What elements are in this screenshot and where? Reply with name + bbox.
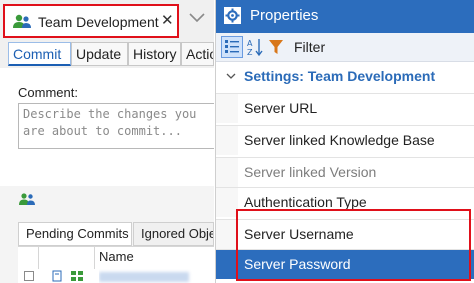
close-icon[interactable]: ✕ xyxy=(161,12,174,30)
tab-title: Team Development xyxy=(38,14,159,30)
subtab-commit[interactable]: Commit xyxy=(8,42,71,66)
row-gutter xyxy=(216,158,238,187)
comment-textarea[interactable]: Describe the changes you are about to co… xyxy=(18,103,214,149)
property-row-server-password[interactable]: Server Password xyxy=(216,249,474,279)
properties-toolbar: A Z Filter xyxy=(216,33,474,62)
categorized-view-button[interactable] xyxy=(221,36,243,58)
property-label: Server linked Knowledge Base xyxy=(244,132,435,148)
properties-title-bar: Properties xyxy=(216,0,474,33)
row-checkbox[interactable] xyxy=(24,271,34,281)
row-gutter xyxy=(216,250,238,279)
column-header-name[interactable]: Name xyxy=(99,249,134,264)
property-row-server-url[interactable]: Server URL xyxy=(216,93,474,123)
subtab-actions[interactable]: Actions xyxy=(181,42,214,66)
properties-panel: Properties A Z Filter Settings: Team Dev… xyxy=(215,0,474,283)
chevron-down-icon[interactable] xyxy=(186,7,208,27)
categorized-view-icon xyxy=(225,40,239,53)
property-row-authentication-type[interactable]: Authentication Type xyxy=(216,187,474,217)
team-users-icon xyxy=(13,14,31,28)
subtab-update[interactable]: Update xyxy=(71,42,128,66)
properties-title: Properties xyxy=(250,7,319,24)
comment-section: Comment: Describe the changes you are ab… xyxy=(0,68,214,186)
grid-header: Name xyxy=(18,246,214,269)
filter-funnel-icon[interactable] xyxy=(268,38,284,56)
commits-section: Pending Commits Ignored Objects Name xyxy=(0,186,214,283)
property-row-server-username[interactable]: Server Username xyxy=(216,219,474,249)
property-label: Server Password xyxy=(244,256,351,272)
row-gutter xyxy=(216,126,238,155)
category-label: Settings: Team Development xyxy=(244,68,436,84)
subtab-history[interactable]: History xyxy=(128,42,181,66)
column-divider xyxy=(38,247,39,269)
alphabetical-sort-icon[interactable]: A Z xyxy=(246,37,264,57)
property-row-server-linked-kb[interactable]: Server linked Knowledge Base xyxy=(216,125,474,155)
svg-text:A: A xyxy=(247,39,253,48)
table-row[interactable] xyxy=(18,269,214,283)
property-row-server-linked-version[interactable]: Server linked Version xyxy=(216,157,474,187)
property-label: Authentication Type xyxy=(244,194,367,210)
column-divider xyxy=(94,247,95,269)
gear-icon xyxy=(224,7,241,24)
document-icon xyxy=(52,270,62,282)
row-name-cell xyxy=(99,269,214,283)
tab-ignored-objects[interactable]: Ignored Objects xyxy=(133,222,214,246)
chevron-down-icon[interactable] xyxy=(225,70,237,82)
property-label: Server URL xyxy=(244,100,318,116)
comment-label: Comment: xyxy=(18,85,78,100)
filter-button[interactable]: Filter xyxy=(294,39,325,55)
property-label: Server Username xyxy=(244,226,354,242)
category-header[interactable]: Settings: Team Development xyxy=(216,64,474,90)
row-gutter xyxy=(216,220,238,249)
row-gutter xyxy=(216,188,238,217)
team-users-icon xyxy=(19,193,35,205)
row-gutter xyxy=(216,94,238,123)
team-development-tab[interactable]: Team Development ✕ xyxy=(3,4,179,38)
object-icon xyxy=(71,271,83,281)
tab-pending-commits[interactable]: Pending Commits xyxy=(18,222,132,246)
property-label: Server linked Version xyxy=(244,164,377,180)
svg-text:Z: Z xyxy=(247,48,253,57)
team-development-panel: Team Development ✕ Commit Update History… xyxy=(0,0,214,283)
